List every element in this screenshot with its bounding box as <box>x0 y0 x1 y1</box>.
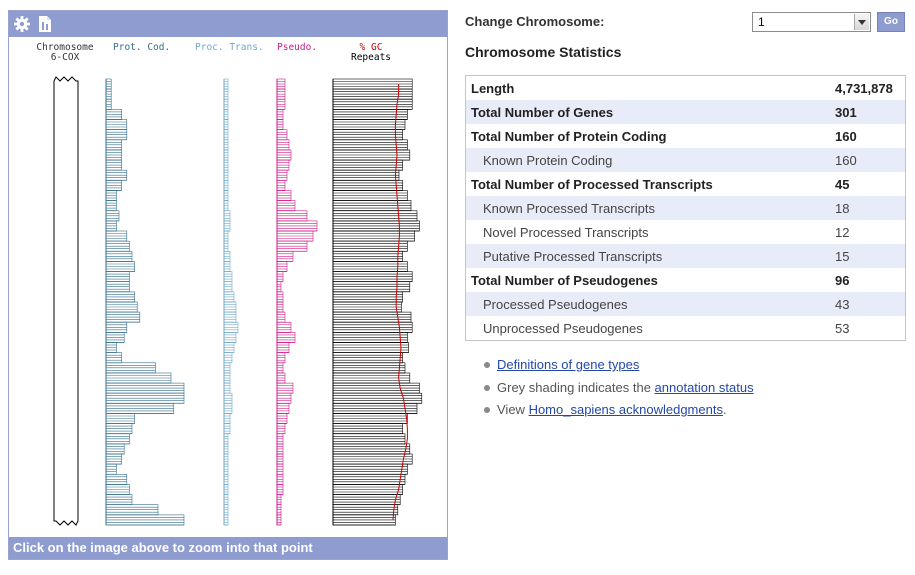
panel-footer: Click on the image above to zoom into th… <box>9 537 447 559</box>
stat-label: Processed Pseudogenes <box>483 296 628 312</box>
stat-label: Novel Processed Transcripts <box>483 224 649 240</box>
list-item: View Homo_sapiens acknowledgments. <box>483 401 754 424</box>
stat-value: 12 <box>835 224 850 240</box>
stat-label: Length <box>471 80 515 96</box>
stat-label: Total Number of Protein Coding <box>471 128 667 144</box>
stat-value: 53 <box>835 320 850 336</box>
stats-table: Length 4,731,878 Total Number of Genes 301 T… <box>465 75 906 341</box>
table-row: Total Number of Pseudogenes 96 <box>466 268 906 292</box>
note-text: . <box>722 402 727 417</box>
karyotype-icon[interactable] <box>37 15 55 33</box>
table-row: Known Protein Coding 160 <box>465 148 906 172</box>
table-row: Putative Processed Transcripts 15 <box>465 244 906 268</box>
go-button[interactable]: Go <box>877 12 905 32</box>
stat-label: Total Number of Genes <box>471 104 614 120</box>
stat-label: Total Number of Processed Transcripts <box>471 176 713 192</box>
notes-list: Definitions of gene types Grey shading i… <box>483 356 754 424</box>
stat-value: 45 <box>835 176 850 192</box>
stat-label: Known Processed Transcripts <box>483 200 655 216</box>
table-row: Length 4,731,878 <box>466 76 906 101</box>
stat-label: Known Protein Coding <box>483 152 613 168</box>
density-chart <box>53 76 423 526</box>
note-text: Grey shading indicates the <box>497 379 655 395</box>
gear-icon[interactable] <box>13 15 31 33</box>
table-row: Known Processed Transcripts 18 <box>465 196 906 220</box>
stat-value: 4,731,878 <box>835 80 893 96</box>
gene-types-link[interactable]: Definitions of gene types <box>497 357 639 372</box>
stat-value: 43 <box>835 296 850 312</box>
stat-value: 301 <box>835 104 857 120</box>
chromosome-select[interactable]: 1 <box>752 12 871 32</box>
table-row: Total Number of Processed Transcripts 45 <box>466 172 906 196</box>
stat-label: Putative Processed Transcripts <box>483 248 663 264</box>
stat-value: 15 <box>835 248 850 264</box>
panel-header <box>9 11 447 37</box>
stat-value: 160 <box>835 128 857 144</box>
change-chromosome-label: Change Chromosome: <box>465 14 605 29</box>
list-item: Definitions of gene types <box>483 356 754 379</box>
list-item: Grey shading indicates the annotation st… <box>483 379 754 402</box>
annotation-status-link[interactable]: annotation status <box>655 380 754 395</box>
table-row: Total Number of Protein Coding 160 <box>466 124 906 148</box>
chromosome-select-value: 1 <box>758 15 765 29</box>
chromosome-ideogram <box>53 76 79 526</box>
stat-value: 18 <box>835 200 850 216</box>
table-row: Novel Processed Transcripts 12 <box>466 220 906 244</box>
stats-title: Chromosome Statistics <box>465 44 622 60</box>
chevron-down-icon[interactable] <box>854 14 869 30</box>
table-row: Unprocessed Pseudogenes 53 <box>466 316 906 341</box>
density-plot[interactable]: Chromosome 6-COX Prot. Cod. Proc. Trans.… <box>9 37 447 537</box>
acknowledgments-link[interactable]: Homo_sapiens acknowledgments <box>529 402 723 417</box>
table-row: Total Number of Genes 301 <box>465 100 906 124</box>
stat-value: 160 <box>835 152 857 168</box>
stat-label: Total Number of Pseudogenes <box>471 272 658 288</box>
table-row: Processed Pseudogenes 43 <box>465 292 906 316</box>
chromosome-panel: Chromosome 6-COX Prot. Cod. Proc. Trans.… <box>8 10 448 560</box>
stat-value: 96 <box>835 272 850 288</box>
note-text: View <box>497 402 529 417</box>
stat-label: Unprocessed Pseudogenes <box>483 320 643 336</box>
